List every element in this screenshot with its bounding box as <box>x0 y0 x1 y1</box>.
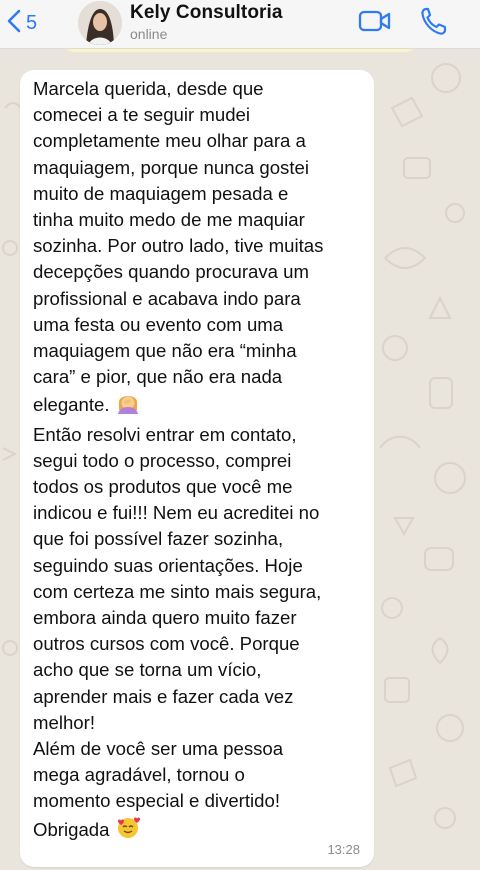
video-call-button[interactable] <box>358 8 392 39</box>
message-timestamp: 13:28 <box>327 842 360 857</box>
contact-info[interactable]: Kely Consultoria online <box>130 2 283 42</box>
chat-header: 5 Kely Consultoria online <box>0 0 480 49</box>
incoming-message-bubble[interactable]: Marcela querida, desde que comecei a te … <box>20 70 374 867</box>
phone-icon <box>420 7 448 40</box>
back-button[interactable]: 5 <box>6 8 37 38</box>
message-text: Marcela querida, desde que comecei a te … <box>33 76 369 846</box>
smiling-hearts-emoji <box>115 815 141 846</box>
unread-count: 5 <box>26 11 38 34</box>
voice-call-button[interactable] <box>420 6 448 41</box>
facepalm-emoji <box>115 390 141 421</box>
video-call-icon <box>358 10 392 38</box>
avatar[interactable] <box>78 1 122 45</box>
message-paragraph-1: Marcela querida, desde que comecei a te … <box>33 78 324 416</box>
message-paragraph-2: Então resolvi entrar em contato, segui t… <box>33 423 322 840</box>
contact-name: Kely Consultoria <box>130 2 283 23</box>
back-chevron-icon <box>6 9 22 38</box>
contact-status: online <box>130 26 168 42</box>
